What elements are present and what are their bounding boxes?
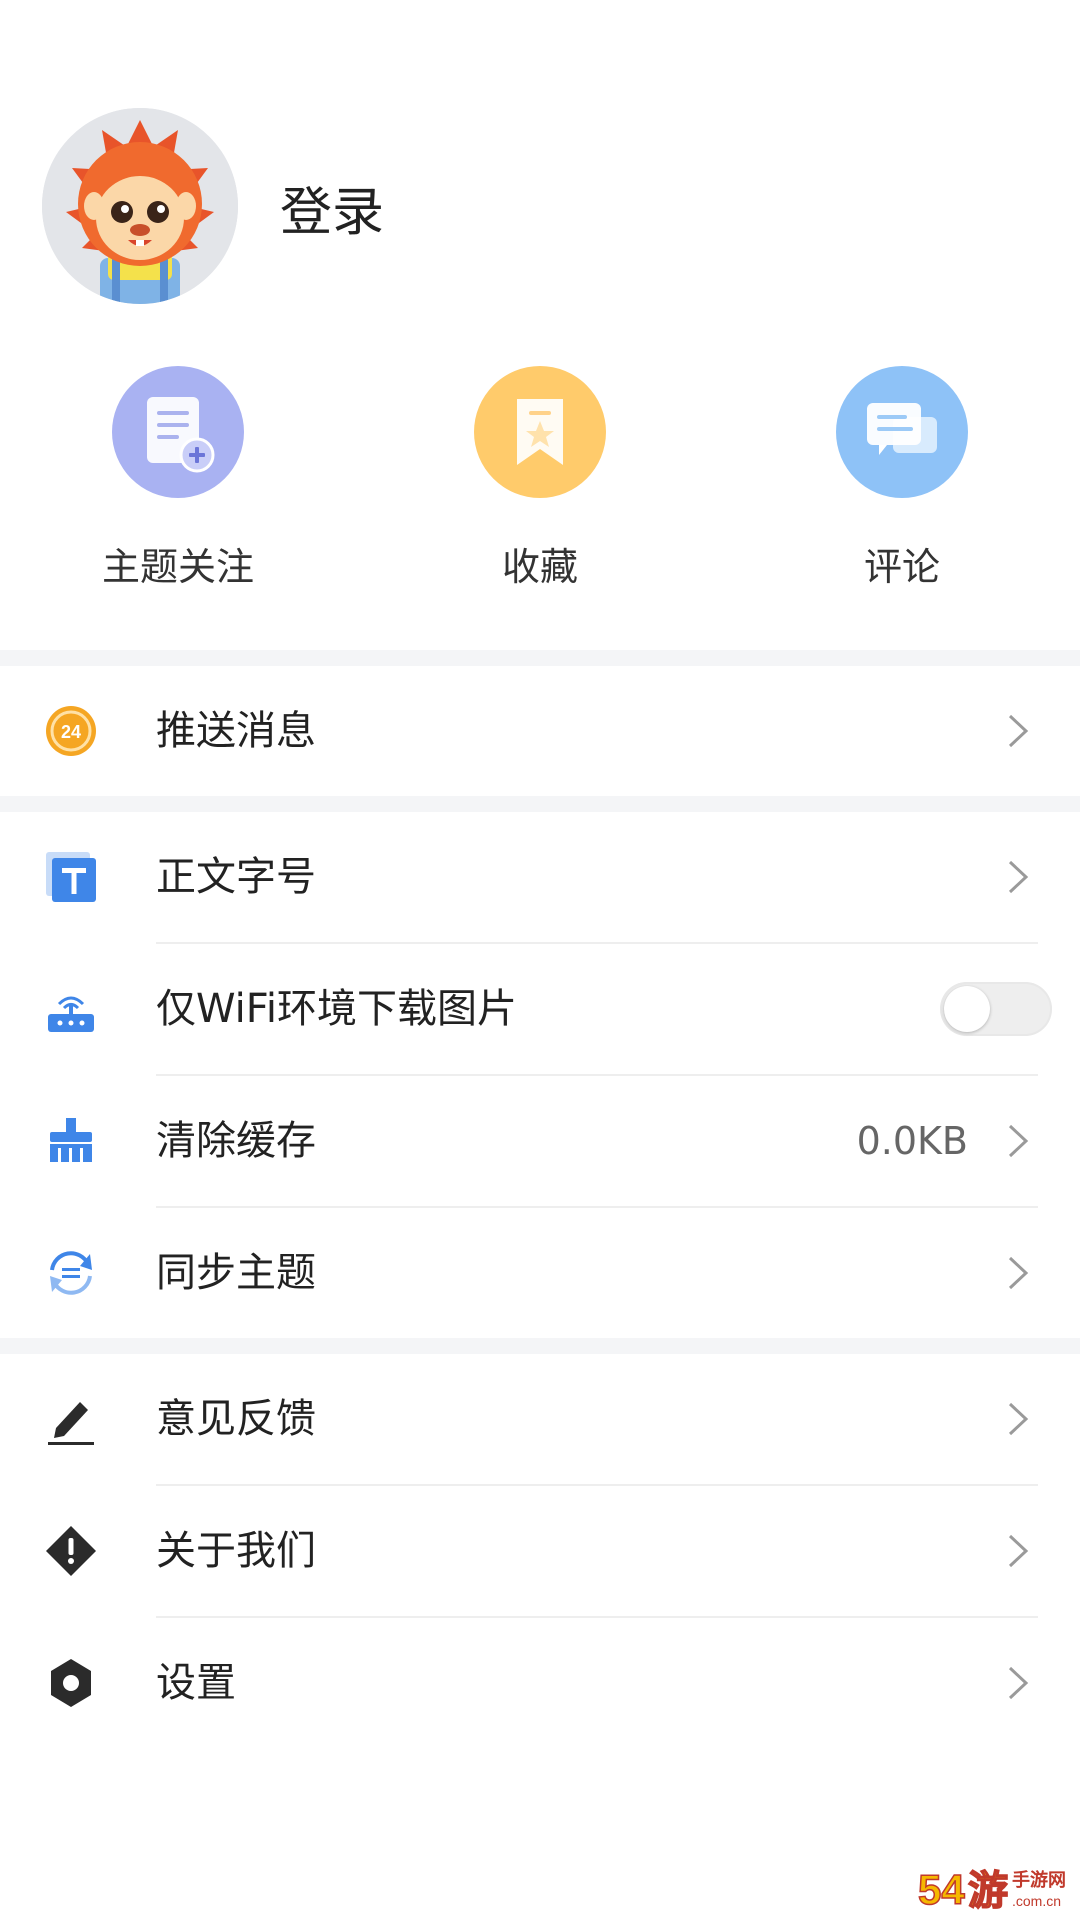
menu-item-feedback[interactable]: 意见反馈 <box>0 1354 1080 1484</box>
menu-item-settings[interactable]: 设置 <box>0 1618 1080 1748</box>
watermark-logo-icon: 54 游 手游网 .com.cn <box>917 1865 1066 1915</box>
menu-item-label: 正文字号 <box>156 854 316 900</box>
svg-text:54: 54 <box>918 1866 965 1913</box>
menu-item-label: 意见反馈 <box>156 1396 316 1442</box>
menu-item-about-us[interactable]: 关于我们 <box>0 1486 1080 1616</box>
quick-action-favorites[interactable]: 收藏 <box>410 366 670 591</box>
menu-item-font-size[interactable]: 正文字号 <box>0 812 1080 942</box>
clock-24-icon: 24 <box>44 704 98 758</box>
text-t-icon <box>44 850 98 904</box>
router-icon <box>44 982 98 1036</box>
quick-action-comments[interactable]: 评论 <box>772 366 1032 591</box>
wifi-images-toggle[interactable] <box>940 982 1052 1036</box>
comments-icon <box>867 403 937 455</box>
menu-item-sync-topics[interactable]: 同步主题 <box>0 1208 1080 1338</box>
quick-action-label: 评论 <box>863 545 940 589</box>
svg-text:24: 24 <box>61 722 81 742</box>
bookmark-icon <box>517 399 563 465</box>
menu-item-wifi-images[interactable]: 仅WiFi环境下载图片 <box>0 944 1080 1074</box>
sync-icon <box>44 1246 98 1300</box>
chevron-right-icon <box>1008 1124 1029 1158</box>
section-divider <box>0 1338 1080 1354</box>
broom-icon <box>44 1114 98 1168</box>
chevron-right-icon <box>1008 1534 1029 1568</box>
favorites-icon-circle <box>474 366 606 498</box>
avatar[interactable] <box>42 108 238 304</box>
topic-follow-icon-circle <box>112 366 244 498</box>
gear-icon <box>44 1656 98 1710</box>
site-watermark: 54 游 手游网 .com.cn <box>916 1860 1072 1915</box>
menu-item-label: 推送消息 <box>156 708 316 754</box>
chevron-right-icon <box>1008 1666 1029 1700</box>
svg-text:.com.cn: .com.cn <box>1012 1893 1061 1909</box>
quick-action-label: 收藏 <box>501 545 578 589</box>
toggle-knob <box>944 986 990 1032</box>
document-plus-icon <box>147 397 215 473</box>
menu-item-label: 同步主题 <box>156 1250 316 1296</box>
svg-text:手游网: 手游网 <box>1012 1869 1066 1891</box>
menu-item-label: 关于我们 <box>156 1528 316 1574</box>
menu-item-label: 清除缓存 <box>156 1118 316 1164</box>
quick-action-topic-follow[interactable]: 主题关注 <box>48 366 308 591</box>
chevron-right-icon <box>1008 714 1029 748</box>
pencil-icon <box>44 1392 98 1446</box>
chevron-right-icon <box>1008 1402 1029 1436</box>
chevron-right-icon <box>1008 1256 1029 1290</box>
section-divider <box>0 796 1080 812</box>
svg-text:游: 游 <box>968 1868 1008 1914</box>
cache-size-value: 0.0KB <box>856 1119 968 1163</box>
menu-item-push-messages[interactable]: 24 推送消息 <box>0 666 1080 796</box>
menu-item-clear-cache[interactable]: 清除缓存 0.0KB <box>0 1076 1080 1206</box>
chevron-right-icon <box>1008 860 1029 894</box>
comments-icon-circle <box>836 366 968 498</box>
lion-mascot-icon <box>42 108 238 304</box>
section-divider <box>0 650 1080 666</box>
menu-item-label: 设置 <box>156 1660 236 1706</box>
login-link[interactable]: 登录 <box>280 170 384 245</box>
quick-action-label: 主题关注 <box>101 545 254 589</box>
info-diamond-icon <box>44 1524 98 1578</box>
menu-item-label: 仅WiFi环境下载图片 <box>156 986 517 1032</box>
